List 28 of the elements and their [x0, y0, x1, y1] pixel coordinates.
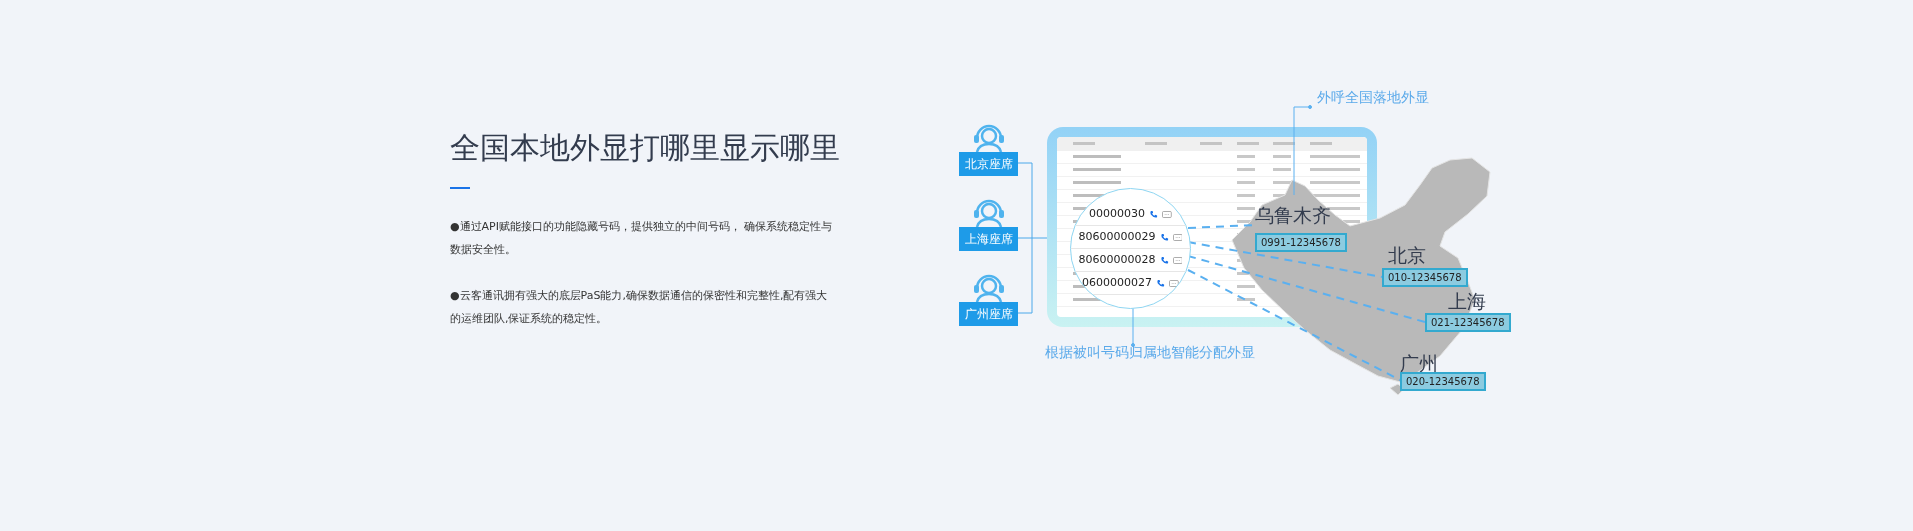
agent-label: 上海座席: [959, 227, 1018, 251]
agent-label: 北京座席: [959, 152, 1018, 176]
phone-icon: [1159, 255, 1169, 265]
phone-number: 00000030: [1089, 205, 1146, 222]
phone-icon: [1159, 232, 1169, 242]
bullet-text: ●通过API赋能接口的功能隐藏号码，提供独立的中间号码， 确保系统稳定性与数据安全性。: [450, 219, 834, 258]
phone-number: 80600000028: [1078, 251, 1156, 268]
message-icon: [1172, 256, 1183, 264]
callout-text: 外呼全国落地外显: [1317, 88, 1429, 107]
city-name: 乌鲁木齐: [1255, 203, 1331, 228]
message-icon: [1162, 210, 1172, 218]
message-icon: [1172, 233, 1183, 241]
city-name: 上海: [1448, 289, 1486, 314]
message-icon: [1169, 279, 1179, 287]
heading: 全国本地外显打哪里显示哪里: [450, 129, 841, 167]
phone-number: 0600000027: [1082, 274, 1153, 291]
agent-label: 广州座席: [959, 302, 1018, 326]
phone-icon: [1149, 209, 1159, 219]
phone-tag: 021-12345678: [1425, 313, 1511, 332]
phone-tag: 020-12345678: [1400, 372, 1486, 391]
phone-number: 80600000029: [1078, 228, 1156, 245]
phone-tag: 010-12345678: [1382, 268, 1468, 287]
phone-icon: [1156, 278, 1166, 288]
callout-text: 根据被叫号码归属地智能分配外显: [1045, 343, 1255, 362]
leader-line: [1131, 307, 1135, 347]
bullet-text: ●云客通讯拥有强大的底层PaS能力,确保数据通信的保密性和完整性,配有强大的运维团队,保证系统的稳定性。: [450, 288, 829, 327]
phone-tag: 0991-12345678: [1255, 233, 1347, 252]
city-name: 北京: [1388, 243, 1426, 268]
